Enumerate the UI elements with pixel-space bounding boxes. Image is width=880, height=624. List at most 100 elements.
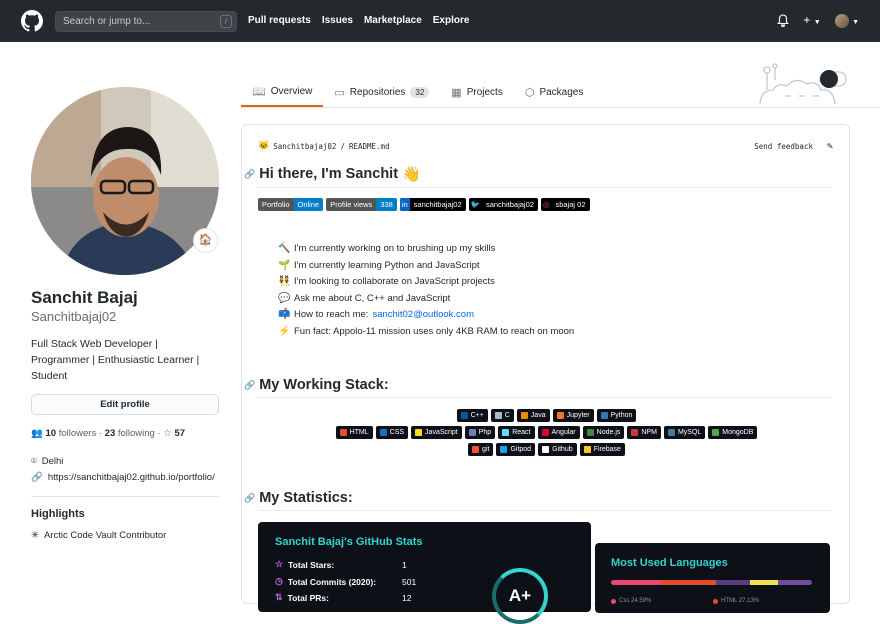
- tech-logo-icon: [520, 412, 528, 419]
- stack-chip[interactable]: Angular: [537, 426, 580, 439]
- profile-views-badge[interactable]: Profile views 338: [326, 198, 397, 211]
- stack-chip[interactable]: CSS: [375, 426, 409, 439]
- stack-chip[interactable]: MySQL: [663, 426, 706, 439]
- edit-profile-button[interactable]: Edit profile: [31, 394, 219, 415]
- lang-dot: [713, 598, 718, 604]
- list-text: I'm currently learning Python and JavaSc…: [294, 259, 480, 271]
- tech-logo-icon: [460, 412, 468, 419]
- bio-line: Student: [31, 370, 68, 382]
- tab-repositories[interactable]: ▭ Repositories 32: [323, 78, 440, 107]
- speech-bubble-icon: 💬: [278, 292, 291, 304]
- stack-chip[interactable]: Gitpod: [496, 443, 536, 456]
- stack-chip[interactable]: MongoDB: [708, 426, 758, 439]
- profile-avatar[interactable]: [31, 87, 219, 275]
- tab-projects[interactable]: ▦ Projects: [440, 78, 514, 107]
- list-item: 🔨 I'm currently working on to brushing up…: [278, 241, 574, 258]
- instagram-badge[interactable]: ◎ sbajaj 02: [540, 198, 590, 211]
- following-count: 23: [104, 428, 116, 439]
- user-menu-button[interactable]: ▼: [834, 13, 859, 28]
- house-icon: 🏠: [198, 234, 213, 246]
- stack-chip-label: C: [504, 412, 510, 419]
- stat-value: 12: [402, 592, 412, 603]
- stack-chip[interactable]: JavaScript: [411, 426, 462, 439]
- stack-chip[interactable]: Java: [516, 409, 550, 422]
- create-new-button[interactable]: + ▼: [803, 13, 820, 27]
- tech-logo-icon: [500, 446, 508, 453]
- book-icon: 📖: [252, 86, 266, 98]
- stack-chip[interactable]: Node.js: [582, 426, 625, 439]
- stack-chip[interactable]: Php: [464, 426, 496, 439]
- highlights-title: Highlights: [31, 508, 85, 520]
- top-nav: Pull requests Issues Marketplace Explore: [248, 15, 469, 26]
- stack-chip-label: Jupyter: [566, 412, 590, 419]
- list-text: Ask me about C, C++ and JavaScript: [294, 292, 451, 304]
- readme-heading: 🔗 Hi there, I'm Sanchit 👋: [244, 165, 421, 183]
- stack-chip-label: Gitpod: [510, 446, 532, 453]
- github-logo-icon[interactable]: [21, 10, 43, 32]
- badge-label: Profile views: [326, 198, 377, 211]
- stack-chip[interactable]: HTML: [335, 426, 373, 439]
- readme-user-link[interactable]: Sanchitbajaj02: [273, 142, 336, 151]
- stack-chip[interactable]: Python: [596, 409, 637, 422]
- anchor-link-icon[interactable]: 🔗: [244, 380, 255, 391]
- languages-card[interactable]: Most Used Languages Css 24.59% HTML 27.1…: [595, 543, 830, 613]
- website-link[interactable]: https://sanchitbajaj02.github.io/portfol…: [48, 472, 215, 483]
- stack-chip[interactable]: C: [490, 409, 514, 422]
- lang-segment: [661, 580, 716, 585]
- website-row: 🔗 https://sanchitbajaj02.github.io/portf…: [31, 472, 215, 483]
- stars-link[interactable]: ☆ 57: [163, 428, 185, 439]
- nav-marketplace[interactable]: Marketplace: [364, 15, 422, 26]
- portfolio-badge[interactable]: Portfolio Online: [258, 198, 324, 211]
- location-pin-icon: ⌾: [31, 456, 37, 467]
- list-item: 👯 I'm looking to collaborate on JavaScrip…: [278, 274, 574, 291]
- heading-rule: [258, 187, 832, 188]
- highlight-item[interactable]: ✳ Arctic Code Vault Contributor: [31, 530, 166, 541]
- followers-link[interactable]: 10 followers: [45, 428, 96, 439]
- following-link[interactable]: 23 following: [105, 428, 155, 439]
- pencil-icon[interactable]: ✎: [827, 141, 833, 152]
- search-input[interactable]: Search or jump to... /: [55, 11, 237, 32]
- tab-overview[interactable]: 📖 Overview: [241, 78, 324, 107]
- stack-chip[interactable]: Firebase: [579, 443, 625, 456]
- email-link[interactable]: sanchit02@outlook.com: [372, 307, 474, 324]
- snowflake-icon: ✳: [31, 530, 39, 541]
- grade-ring: A+: [492, 568, 548, 624]
- stack-chip-label: Github: [552, 446, 573, 453]
- readme-file-link[interactable]: README.md: [349, 142, 390, 151]
- tab-packages[interactable]: ⬡ Packages: [514, 78, 595, 107]
- stack-chip-label: React: [512, 429, 531, 436]
- badge-value: 338: [376, 198, 397, 211]
- status-emoji-button[interactable]: 🏠: [193, 228, 218, 253]
- linkedin-badge[interactable]: in sanchitbajaj02: [399, 198, 466, 211]
- bell-icon[interactable]: [777, 14, 790, 27]
- nav-issues[interactable]: Issues: [322, 15, 353, 26]
- stack-chip[interactable]: React: [498, 426, 535, 439]
- stat-row: ☆ Total Stars: 1: [275, 559, 407, 570]
- lang-segment: [715, 580, 750, 585]
- stack-chip[interactable]: Github: [538, 443, 577, 456]
- stack-chip[interactable]: git: [468, 443, 494, 456]
- send-feedback-link[interactable]: Send feedback: [754, 142, 813, 151]
- twitter-badge[interactable]: 🐦 sanchitbajaj02: [468, 198, 538, 211]
- twitter-icon: 🐦: [470, 200, 480, 209]
- badge-label: Portfolio: [258, 198, 294, 211]
- chevron-down-icon: ▼: [813, 19, 821, 27]
- stack-row: HTML CSS JavaScript Php React Angular Node.js N…: [242, 426, 851, 439]
- bio-line: Full Stack Web Developer |: [31, 338, 158, 350]
- theme-toggle[interactable]: [818, 69, 848, 89]
- stack-chip[interactable]: C++: [456, 409, 488, 422]
- languages-title: Most Used Languages: [611, 557, 728, 569]
- stack-chip[interactable]: Jupyter: [552, 409, 594, 422]
- anchor-link-icon[interactable]: 🔗: [244, 169, 255, 180]
- repo-count-badge: 32: [410, 87, 430, 98]
- stack-chip[interactable]: NPM: [627, 426, 661, 439]
- people-icon: 👯: [278, 276, 291, 287]
- stack-chip-label: git: [482, 446, 490, 453]
- nav-explore[interactable]: Explore: [433, 15, 470, 26]
- badge-row: Portfolio Online Profile views 338 in sa…: [258, 198, 590, 211]
- profile-tabs: 📖 Overview ▭ Repositories 32 ▦ Projects …: [241, 78, 594, 108]
- tech-logo-icon: [600, 412, 608, 419]
- anchor-link-icon[interactable]: 🔗: [244, 493, 255, 504]
- hammer-icon: 🔨: [278, 243, 291, 254]
- nav-pull-requests[interactable]: Pull requests: [248, 15, 311, 26]
